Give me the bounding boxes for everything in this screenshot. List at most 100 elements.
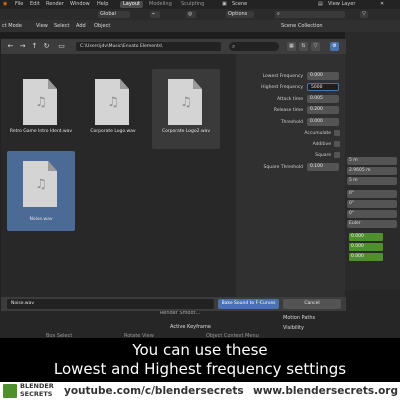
blender-logo-icon[interactable]: ◉ xyxy=(3,1,7,7)
new-folder-icon[interactable]: ▭ xyxy=(57,42,66,51)
scene-icon: ▣ xyxy=(222,1,227,7)
page-fold-decoration xyxy=(48,79,57,89)
brand-line-1: BLENDER xyxy=(20,382,54,390)
setting-label: Threshold xyxy=(280,120,303,125)
setting-row: Additive xyxy=(237,140,345,149)
forward-arrow-icon[interactable]: → xyxy=(18,42,27,51)
bake-settings-panel: Lowest Frequency 0.000 Highest Frequency… xyxy=(237,54,345,297)
bake-sound-button[interactable]: Bake Sound to F-Curves xyxy=(218,299,279,309)
file-item[interactable]: ♫ Retro Game Intro Ident.wav xyxy=(7,69,75,149)
caption-line-2: Lowest and Highest frequency settings xyxy=(53,360,347,378)
setting-row: Threshold 0.000 xyxy=(237,118,345,127)
menu-render[interactable]: Render xyxy=(46,1,64,7)
file-browser-dialog: ← → ↑ ↻ ▭ C:\Users\jdv\Music\Envato Elem… xyxy=(0,38,346,311)
row-motion-paths[interactable]: Motion Paths xyxy=(283,315,315,321)
mode-dropdown[interactable]: ct Mode xyxy=(0,23,28,30)
setting-label: Square Threshold xyxy=(263,165,303,170)
keyframed-field[interactable]: 0.000 xyxy=(349,243,383,251)
filter-icon[interactable]: ▽ xyxy=(360,11,368,18)
proportional-icon[interactable]: ◎ xyxy=(186,11,196,18)
setting-label: Additive xyxy=(312,142,331,147)
sort-icon[interactable]: ⇅ xyxy=(299,42,308,51)
scene-label[interactable]: Scene xyxy=(232,1,247,7)
caption-line-1: You can use these xyxy=(132,341,268,359)
file-item-selected[interactable]: ♫ Noise.wav xyxy=(7,151,75,231)
file-name: Corporate Logo.wav xyxy=(90,129,136,134)
setting-row: Square Threshold 0.100 xyxy=(237,163,345,172)
music-note-icon: ♫ xyxy=(180,95,192,110)
refresh-icon[interactable]: ↻ xyxy=(42,42,51,51)
menu-view[interactable]: View xyxy=(34,23,50,30)
blender-secrets-logo-icon xyxy=(3,384,17,398)
cancel-button[interactable]: Cancel xyxy=(283,299,341,309)
tab-sculpting[interactable]: Sculpting xyxy=(178,1,207,8)
search-input[interactable]: ⌕ xyxy=(229,42,279,51)
dimension-field[interactable]: 2.9605 m xyxy=(347,167,397,175)
menu-edit[interactable]: Edit xyxy=(30,1,40,7)
top-menu-bar: ◉ File Edit Render Window Help Layout Mo… xyxy=(0,0,400,9)
filename-field[interactable]: Noise.wav xyxy=(7,299,214,309)
additive-checkbox[interactable] xyxy=(334,141,340,147)
file-item[interactable]: ♫ Corporate Logo2.wav xyxy=(152,69,220,149)
website-url: www.blendersecrets.org xyxy=(253,385,399,397)
square-threshold-field[interactable]: 0.100 xyxy=(307,163,339,171)
tab-layout[interactable]: Layout xyxy=(120,1,143,8)
branding-footer: BLENDER SECRETS youtube.com/c/blendersec… xyxy=(0,382,400,400)
rotation-field[interactable]: 0° xyxy=(347,190,397,198)
view-layer-icon: ▤ xyxy=(318,1,323,7)
square-checkbox[interactable] xyxy=(334,152,340,158)
rotation-field[interactable]: 0° xyxy=(347,200,397,208)
outliner-search[interactable]: ⌕ xyxy=(275,11,345,18)
dimension-field[interactable]: 5 m xyxy=(347,177,397,185)
lowest-frequency-field[interactable]: 0.000 xyxy=(307,72,339,80)
rotation-mode-dropdown[interactable]: Euler xyxy=(347,220,397,228)
release-time-field[interactable]: 0.200 xyxy=(307,106,339,114)
threshold-field[interactable]: 0.000 xyxy=(307,118,339,126)
setting-row: Attack time 0.005 xyxy=(237,95,345,104)
scene-collection-label[interactable]: Scene Collection xyxy=(279,23,325,30)
viewport-header: ct Mode View Select Add Object Scene Col… xyxy=(0,20,400,32)
global-dropdown[interactable]: Global xyxy=(98,11,130,18)
row-active-keyframe[interactable]: Active Keyframe xyxy=(170,324,211,330)
file-name: Retro Game Intro Ident.wav xyxy=(9,129,73,134)
close-icon[interactable]: ✕ xyxy=(380,1,384,7)
menu-help[interactable]: Help xyxy=(97,1,108,7)
gear-icon[interactable]: ⚙ xyxy=(330,42,339,51)
file-browser-toolbar: ← → ↑ ↻ ▭ C:\Users\jdv\Music\Envato Elem… xyxy=(1,39,346,54)
rotation-field[interactable]: 0° xyxy=(347,210,397,218)
menu-select[interactable]: Select xyxy=(52,23,71,30)
path-field[interactable]: C:\Users\jdv\Music\Envato Elements\ xyxy=(76,42,221,51)
menu-file[interactable]: File xyxy=(15,1,23,7)
snap-icon[interactable]: ⌁ xyxy=(150,11,160,18)
highest-frequency-field[interactable]: 5000 xyxy=(307,83,339,91)
setting-label: Lowest Frequency xyxy=(262,74,303,79)
back-arrow-icon[interactable]: ← xyxy=(6,42,15,51)
filter-icon[interactable]: ▽ xyxy=(311,42,320,51)
view-layer-label[interactable]: View Layer xyxy=(328,1,355,7)
file-grid: ♫ Retro Game Intro Ident.wav ♫ Corporate… xyxy=(1,54,236,297)
parent-folder-icon[interactable]: ↑ xyxy=(30,42,39,51)
page-fold-decoration xyxy=(48,161,57,171)
keyframed-field[interactable]: 0.000 xyxy=(349,233,383,241)
keyframed-field[interactable]: 0.000 xyxy=(349,253,383,261)
options-dropdown[interactable]: Options xyxy=(226,11,254,18)
setting-label: Square xyxy=(315,153,331,158)
brand-line-2: SECRETS xyxy=(20,390,53,398)
row-visibility[interactable]: Visibility xyxy=(283,325,304,331)
search-icon: ⌕ xyxy=(232,43,236,50)
menu-add[interactable]: Add xyxy=(74,23,88,30)
youtube-url: youtube.com/c/blendersecrets xyxy=(64,385,244,397)
setting-row: Accumulate xyxy=(237,129,345,138)
dimension-field[interactable]: 5 m xyxy=(347,157,397,165)
tool-header: Global ⌁ ◎ Options ⌕ ▽ xyxy=(0,9,400,20)
accumulate-checkbox[interactable] xyxy=(334,130,340,136)
setting-row: Highest Frequency 5000 xyxy=(237,83,345,92)
setting-label: Highest Frequency xyxy=(261,85,303,90)
file-item[interactable]: ♫ Corporate Logo.wav xyxy=(79,69,147,149)
attack-time-field[interactable]: 0.005 xyxy=(307,95,339,103)
setting-row: Release time 0.200 xyxy=(237,106,345,115)
tab-modeling[interactable]: Modeling xyxy=(146,1,175,8)
menu-object[interactable]: Object xyxy=(92,23,112,30)
display-mode-icon[interactable]: ▦ xyxy=(287,42,296,51)
menu-window[interactable]: Window xyxy=(70,1,90,7)
